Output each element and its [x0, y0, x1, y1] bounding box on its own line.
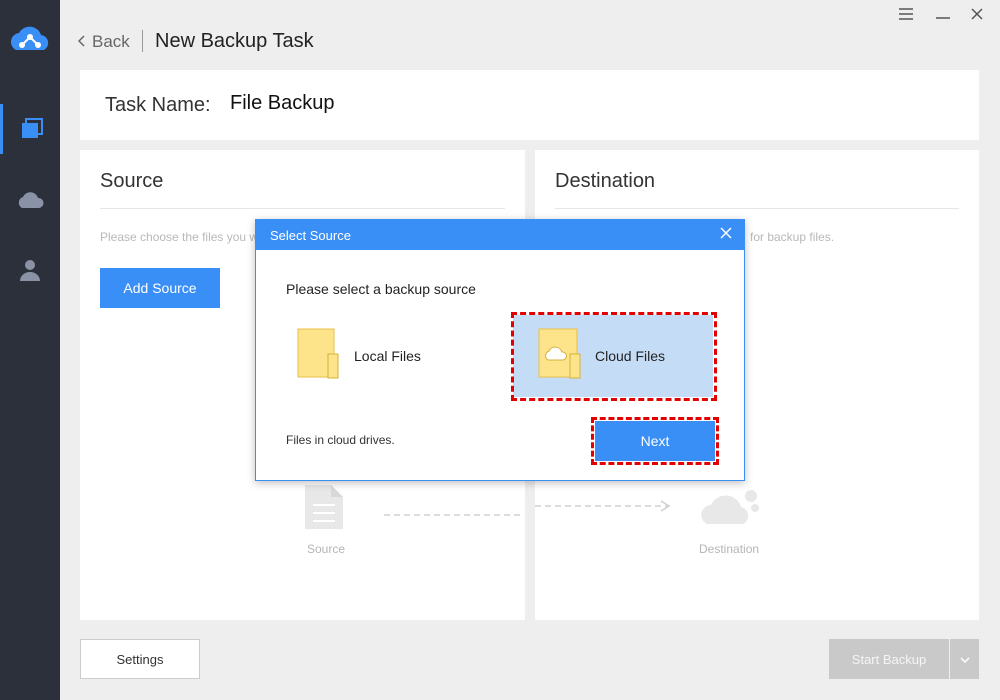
- sidebar-item-cloud[interactable]: [0, 175, 60, 225]
- menu-button[interactable]: [895, 6, 917, 26]
- next-button[interactable]: Next: [595, 421, 715, 461]
- folder-icon: [296, 328, 340, 385]
- divider: [555, 208, 959, 209]
- dialog-description: Files in cloud drives.: [286, 433, 395, 447]
- page-title: New Backup Task: [155, 30, 314, 52]
- add-source-button[interactable]: Add Source: [100, 268, 220, 308]
- minimize-button[interactable]: [932, 6, 954, 26]
- source-title: Source: [100, 170, 164, 192]
- back-button[interactable]: Back: [77, 32, 130, 52]
- backup-icon: [20, 118, 44, 140]
- sidebar-item-account[interactable]: [0, 245, 60, 295]
- task-name-input[interactable]: [230, 92, 530, 115]
- cloud-folder-icon: [537, 328, 581, 385]
- task-name-panel: Task Name:: [80, 70, 979, 140]
- task-name-label: Task Name:: [105, 94, 211, 116]
- flow-source-label: Source: [307, 542, 346, 556]
- dialog-title: Select Source: [270, 227, 351, 243]
- minimize-icon: [936, 7, 950, 25]
- local-files-label: Local Files: [354, 348, 421, 364]
- back-label: Back: [92, 32, 130, 51]
- source-hint: Please choose the files you w: [100, 230, 259, 244]
- chevron-down-icon: [959, 650, 970, 668]
- sidebar-item-backup[interactable]: [0, 104, 60, 154]
- dialog-prompt: Please select a backup source: [286, 281, 476, 297]
- menu-icon: [899, 7, 913, 25]
- user-icon: [18, 258, 42, 282]
- local-files-option[interactable]: Local Files: [296, 315, 496, 397]
- cloud-destination-icon: [697, 488, 761, 533]
- destination-title: Destination: [555, 170, 656, 192]
- title-divider: [142, 30, 143, 52]
- settings-button[interactable]: Settings: [80, 639, 200, 679]
- dialog-close-button[interactable]: [716, 225, 736, 245]
- flow-destination-label: Destination: [699, 542, 760, 556]
- cloud-files-option[interactable]: Cloud Files: [513, 315, 713, 397]
- chevron-left-icon: [77, 32, 86, 52]
- dialog-header: Select Source: [256, 220, 744, 250]
- dashed-arrow-icon: [535, 499, 675, 518]
- select-source-dialog: Select Source Please select a backup sou…: [255, 219, 745, 481]
- close-icon: [971, 7, 983, 25]
- start-backup-dropdown[interactable]: [950, 639, 979, 679]
- cloud-icon: [16, 190, 44, 210]
- app-logo-icon: [8, 22, 52, 58]
- sidebar: [0, 0, 60, 700]
- close-icon: [720, 226, 732, 244]
- document-icon: [303, 483, 345, 536]
- start-backup-button[interactable]: Start Backup: [829, 639, 949, 679]
- close-window-button[interactable]: [966, 6, 988, 26]
- divider: [100, 208, 505, 209]
- cloud-files-label: Cloud Files: [595, 348, 666, 364]
- destination-hint: for backup files.: [750, 230, 835, 244]
- dashed-arrow: [384, 505, 524, 523]
